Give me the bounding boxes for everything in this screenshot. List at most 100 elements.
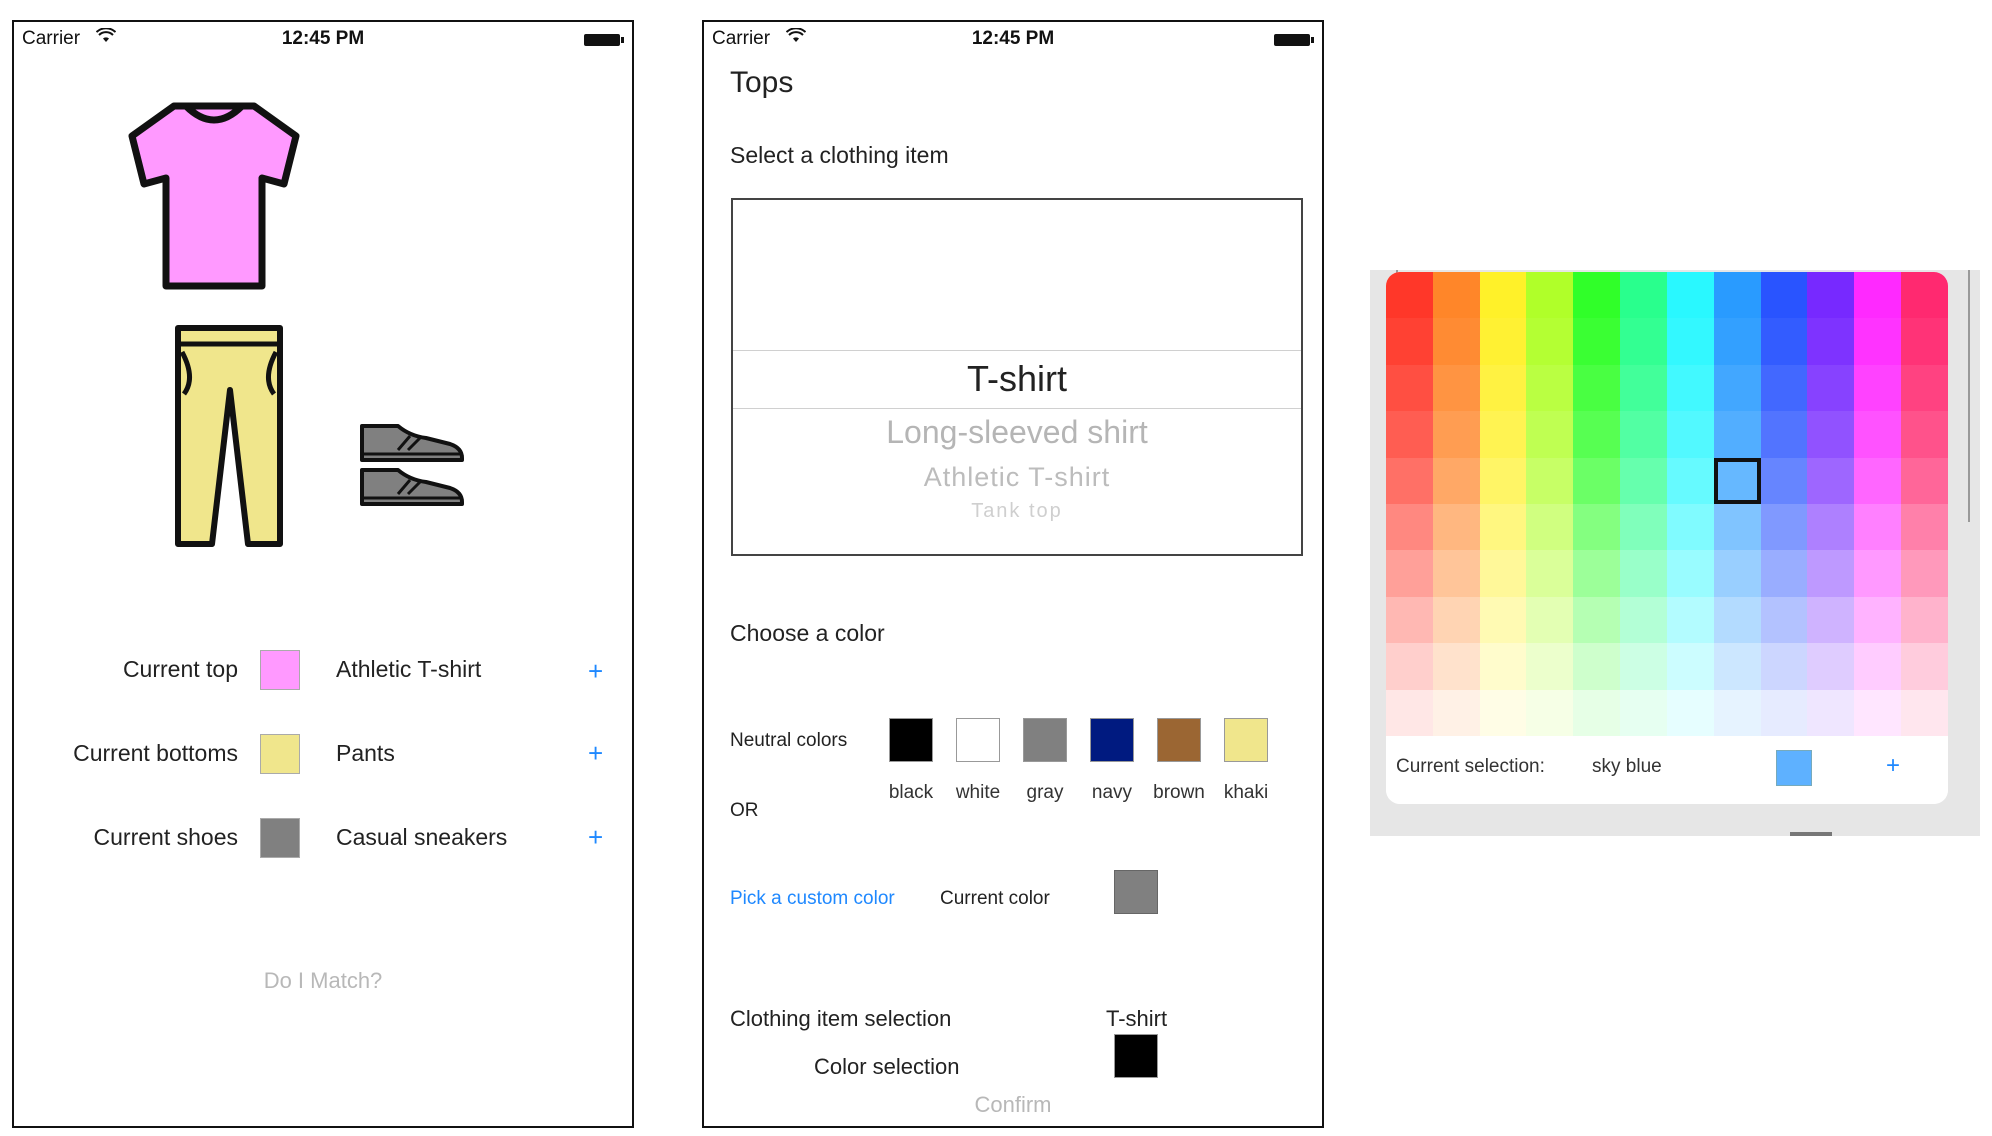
color-grid-cell[interactable] — [1713, 504, 1761, 551]
color-grid-cell-selected[interactable] — [1713, 457, 1761, 504]
color-grid-cell[interactable] — [1526, 504, 1574, 551]
color-grid-cell[interactable] — [1386, 411, 1433, 458]
add-shoes-button[interactable]: + — [588, 822, 603, 853]
color-grid-cell[interactable] — [1760, 550, 1808, 597]
color-grid-cell[interactable] — [1666, 318, 1714, 365]
color-grid-cell[interactable] — [1713, 272, 1761, 319]
color-grid-cell[interactable] — [1386, 272, 1433, 319]
color-grid-cell[interactable] — [1854, 318, 1902, 365]
color-grid-cell[interactable] — [1666, 411, 1714, 458]
color-swatch-khaki[interactable] — [1224, 718, 1268, 762]
color-grid-cell[interactable] — [1573, 689, 1621, 736]
color-grid-cell[interactable] — [1901, 364, 1948, 412]
color-swatch-black[interactable] — [889, 718, 933, 762]
color-grid-cell[interactable] — [1666, 550, 1714, 597]
color-grid-cell[interactable] — [1620, 689, 1667, 736]
color-grid-cell[interactable] — [1620, 318, 1667, 365]
color-grid-cell[interactable] — [1432, 318, 1480, 365]
color-grid-cell[interactable] — [1666, 364, 1714, 412]
color-grid-cell[interactable] — [1479, 411, 1527, 458]
color-grid-cell[interactable] — [1713, 643, 1761, 690]
color-grid-cell[interactable] — [1573, 364, 1621, 412]
color-grid-cell[interactable] — [1573, 318, 1621, 365]
color-grid-cell[interactable] — [1854, 411, 1902, 458]
color-grid-cell[interactable] — [1760, 318, 1808, 365]
color-grid-cell[interactable] — [1526, 689, 1574, 736]
color-grid-cell[interactable] — [1666, 596, 1714, 644]
color-grid-cell[interactable] — [1573, 596, 1621, 644]
color-grid-cell[interactable] — [1386, 550, 1433, 597]
color-grid-cell[interactable] — [1854, 643, 1902, 690]
color-grid-cell[interactable] — [1807, 689, 1855, 736]
add-top-button[interactable]: + — [588, 656, 603, 687]
color-grid-cell[interactable] — [1573, 411, 1621, 458]
color-grid-cell[interactable] — [1713, 689, 1761, 736]
color-grid-cell[interactable] — [1479, 504, 1527, 551]
color-grid-cell[interactable] — [1620, 643, 1667, 690]
color-grid-cell[interactable] — [1807, 364, 1855, 412]
color-grid-cell[interactable] — [1432, 364, 1480, 412]
color-grid-cell[interactable] — [1901, 457, 1948, 504]
color-grid-cell[interactable] — [1713, 550, 1761, 597]
color-grid-cell[interactable] — [1526, 457, 1574, 504]
color-grid-cell[interactable] — [1386, 457, 1433, 504]
color-grid-cell[interactable] — [1432, 272, 1480, 319]
color-grid-cell[interactable] — [1386, 318, 1433, 365]
pick-custom-color-link[interactable]: Pick a custom color — [730, 888, 895, 910]
color-grid-cell[interactable] — [1573, 643, 1621, 690]
color-grid-cell[interactable] — [1386, 596, 1433, 644]
picker-option-selected[interactable]: T-shirt — [733, 358, 1301, 400]
color-grid-cell[interactable] — [1854, 689, 1902, 736]
color-grid-cell[interactable] — [1901, 643, 1948, 690]
color-grid-cell[interactable] — [1666, 504, 1714, 551]
color-grid-cell[interactable] — [1620, 411, 1667, 458]
color-grid-cell[interactable] — [1573, 457, 1621, 504]
color-grid-cell[interactable] — [1901, 550, 1948, 597]
color-grid-cell[interactable] — [1854, 364, 1902, 412]
picker-option[interactable]: Athletic T-shirt — [733, 462, 1301, 493]
color-grid-cell[interactable] — [1854, 457, 1902, 504]
color-grid-cell[interactable] — [1432, 550, 1480, 597]
color-grid-cell[interactable] — [1713, 596, 1761, 644]
color-grid-cell[interactable] — [1807, 504, 1855, 551]
color-grid-cell[interactable] — [1526, 364, 1574, 412]
color-grid-cell[interactable] — [1807, 318, 1855, 365]
color-grid-cell[interactable] — [1713, 364, 1761, 412]
color-grid-cell[interactable] — [1479, 550, 1527, 597]
color-grid-cell[interactable] — [1666, 272, 1714, 319]
color-grid-cell[interactable] — [1526, 596, 1574, 644]
add-bottoms-button[interactable]: + — [588, 738, 603, 769]
color-grid-cell[interactable] — [1807, 550, 1855, 597]
color-grid-cell[interactable] — [1526, 643, 1574, 690]
color-grid-cell[interactable] — [1760, 504, 1808, 551]
color-grid-cell[interactable] — [1854, 504, 1902, 551]
color-grid-cell[interactable] — [1854, 596, 1902, 644]
color-grid-cell[interactable] — [1479, 272, 1527, 319]
color-grid-cell[interactable] — [1620, 596, 1667, 644]
color-grid-cell[interactable] — [1807, 643, 1855, 690]
color-grid-cell[interactable] — [1760, 689, 1808, 736]
color-grid-cell[interactable] — [1573, 550, 1621, 597]
color-grid-cell[interactable] — [1713, 318, 1761, 365]
color-grid-cell[interactable] — [1620, 550, 1667, 597]
color-grid-cell[interactable] — [1760, 596, 1808, 644]
color-grid-cell[interactable] — [1807, 596, 1855, 644]
color-grid-cell[interactable] — [1901, 318, 1948, 365]
color-swatch-white[interactable] — [956, 718, 1000, 762]
color-grid-cell[interactable] — [1479, 643, 1527, 690]
popover-handle[interactable] — [1790, 832, 1832, 836]
color-grid-cell[interactable] — [1854, 550, 1902, 597]
color-grid-cell[interactable] — [1901, 504, 1948, 551]
color-grid-cell[interactable] — [1386, 364, 1433, 412]
color-grid-cell[interactable] — [1901, 272, 1948, 319]
color-grid-cell[interactable] — [1713, 411, 1761, 458]
color-grid-cell[interactable] — [1386, 689, 1433, 736]
color-grid-cell[interactable] — [1666, 689, 1714, 736]
color-grid-cell[interactable] — [1386, 504, 1433, 551]
color-grid-cell[interactable] — [1432, 411, 1480, 458]
color-grid-cell[interactable] — [1901, 596, 1948, 644]
color-grid-cell[interactable] — [1526, 318, 1574, 365]
color-grid-cell[interactable] — [1620, 457, 1667, 504]
color-grid-cell[interactable] — [1526, 411, 1574, 458]
picker-option[interactable]: Long-sleeved shirt — [733, 414, 1301, 451]
